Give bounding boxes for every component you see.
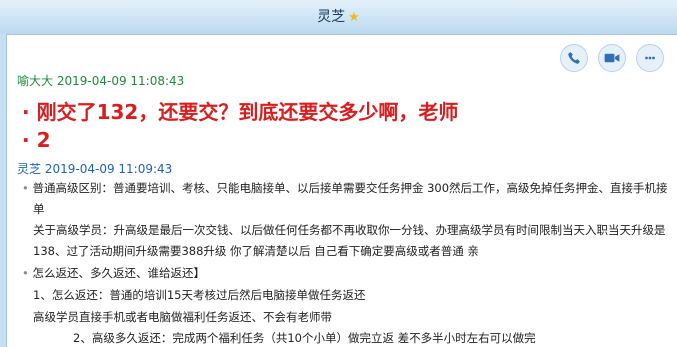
message-line: · 2 <box>22 128 51 152</box>
timestamp: 2019-04-09 11:09:43 <box>44 162 173 176</box>
message-line: 1、怎么返还：普通的培训15天考核过后然后电脑接单做任务返还 <box>33 288 365 302</box>
message-text: 怎么返还、多久返还、谁给返还】 <box>32 266 205 280</box>
sender-name: 喻大大 <box>17 74 54 88</box>
message-line: 138、过了活动期间升级需要388升级 你了解清楚以后 自己看下确定要高级或者普… <box>33 244 479 258</box>
bullet-icon: • <box>22 266 29 280</box>
message-text: 普通高级区别：普通要培训、考核、只能电脑接单、以后接单需要交任务押金 300然后… <box>32 181 668 195</box>
phone-icon[interactable] <box>560 44 588 72</box>
more-icon[interactable] <box>636 44 664 72</box>
message-line: 单 <box>33 202 45 216</box>
bullet-icon: • <box>22 181 29 195</box>
timestamp: 2019-04-09 11:08:43 <box>56 74 185 88</box>
message-line: • 普通高级区别：普通要培训、考核、只能电脑接单、以后接单需要交任务押金 300… <box>22 181 668 195</box>
message-text: 刚交了132，还要交？到底还要交多少啊，老师 <box>36 100 459 124</box>
sender-name: 灵芝 <box>17 162 42 176</box>
message-line: • 怎么返还、多久返还、谁给返还】 <box>22 266 205 280</box>
bullet-icon: · <box>22 128 30 152</box>
message-header-2: 灵芝 2019-04-09 11:09:43 <box>17 160 172 177</box>
title-bar: 灵芝 ★ <box>0 0 677 34</box>
message-text: 关于高级学员：升高级是最后一次交钱、以后做任何任务都不再收取你一分钱、办理高级学… <box>33 223 666 237</box>
message-line: 高级学员直接手机或者电脑做福利任务返还、不会有老师带 <box>33 310 332 324</box>
message-text: 高级学员直接手机或者电脑做福利任务返还、不会有老师带 <box>33 310 332 324</box>
message-text: 138、过了活动期间升级需要388升级 你了解清楚以后 自己看下确定要高级或者普… <box>33 244 479 258</box>
star-icon: ★ <box>348 10 360 25</box>
message-text: 2 <box>36 128 51 152</box>
window-title: 灵芝 ★ <box>0 6 677 26</box>
message-line: · 刚交了132，还要交？到底还要交多少啊，老师 <box>22 96 458 125</box>
message-header-1: 喻大大 2019-04-09 11:08:43 <box>17 72 184 89</box>
contact-name: 灵芝 <box>317 9 346 25</box>
message-line: 关于高级学员：升高级是最后一次交钱、以后做任何任务都不再收取你一分钱、办理高级学… <box>33 223 666 237</box>
message-line: 2、高级多久返还：完成两个福利任务（共10个小单）做完立返 差不多半小时左右可以… <box>73 331 536 345</box>
message-text: 1、怎么返还：普通的培训15天考核过后然后电脑接单做任务返还 <box>33 288 366 302</box>
message-text: 单 <box>33 202 45 216</box>
bullet-icon: · <box>22 100 30 124</box>
message-text: 2、高级多久返还：完成两个福利任务（共10个小单）做完立返 差不多半小时左右可以… <box>73 331 536 345</box>
video-icon[interactable] <box>598 44 626 72</box>
